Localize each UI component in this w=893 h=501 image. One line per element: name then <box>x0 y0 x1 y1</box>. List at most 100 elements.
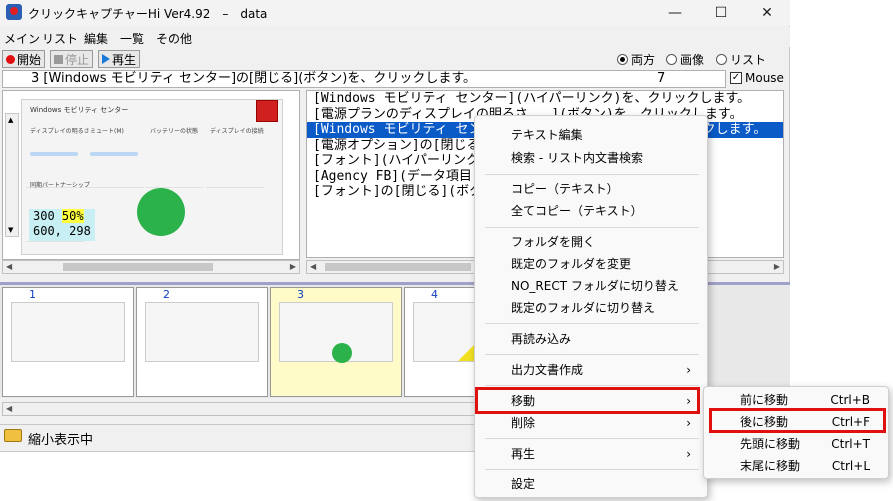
context-menu: テキスト編集 検索 - リスト内文書検索 コピー（テキスト） 全てコピー（テキス… <box>474 115 708 498</box>
preview-title: Windows モビリティ センター <box>30 106 129 114</box>
command-text: 3 [Windows モビリティ センター]の[閉じる](ボタン)を、クリックし… <box>31 71 477 86</box>
thumbnail-card-current[interactable]: 3 <box>270 287 402 397</box>
mouse-checkbox[interactable]: ✓ Mouse <box>730 71 784 85</box>
tile-label: ミュート(M) <box>90 128 124 135</box>
radio-image-label: 画像 <box>680 53 705 67</box>
ctx-search[interactable]: 検索 - リスト内文書検索 <box>479 145 705 171</box>
thumbnail-number: 3 <box>297 288 304 301</box>
preview-hscroll[interactable]: ◀ ▶ <box>2 260 300 274</box>
tile-label: 同期パートナーシップ <box>30 182 90 189</box>
play-button[interactable]: 再生 <box>98 50 141 68</box>
scroll-right-icon[interactable]: ▶ <box>774 262 780 271</box>
menu-overview[interactable]: 一覧 <box>120 30 144 47</box>
scroll-up-icon[interactable]: ▲ <box>8 116 13 124</box>
ctx-separator <box>485 385 699 386</box>
preview-vscroll[interactable]: ▲ ▼ <box>5 113 19 237</box>
menu-list[interactable]: リスト <box>42 30 78 47</box>
menu-edit[interactable]: 編集 <box>84 30 108 47</box>
thumbnail-card[interactable]: 2 <box>136 287 268 397</box>
preview-hscroll-thumb[interactable] <box>63 263 213 271</box>
preview-close-icon <box>256 100 278 122</box>
ctx-separator <box>485 174 699 175</box>
coords-readout: 300 50% 600, 298 <box>29 209 95 241</box>
sub-label: 前に移動 <box>740 393 789 407</box>
ctx-output-doc[interactable]: 出力文書作成 › <box>479 357 705 383</box>
preview-tile: ミュート(M) <box>86 122 144 188</box>
radio-image[interactable]: 画像 <box>666 51 704 68</box>
sub-shortcut: Ctrl+T <box>831 437 870 451</box>
radio-list-dot <box>716 54 727 65</box>
close-icon[interactable]: ✕ <box>744 0 790 26</box>
scroll-left-icon[interactable]: ◀ <box>6 404 12 413</box>
checkbox-check-icon: ✓ <box>730 72 742 84</box>
radio-both-label: 両方 <box>631 53 656 67</box>
sub-shortcut: Ctrl+L <box>831 459 870 473</box>
sub-move-first[interactable]: 先頭に移動 Ctrl+T <box>708 433 886 455</box>
list-hscroll-thumb[interactable] <box>325 263 471 271</box>
command-text-field[interactable]: 3 [Windows モビリティ センター]の[閉じる](ボタン)を、クリックし… <box>2 70 726 88</box>
coord-percent: 50% <box>61 209 84 223</box>
toolbar: 開始 停止 再生 両方 画像 リスト <box>0 49 790 69</box>
ctx-copy-all[interactable]: 全てコピー（テキスト） <box>479 198 705 224</box>
thumbnail-image <box>279 302 393 363</box>
radio-image-dot <box>666 54 677 65</box>
preview-tile: ディスプレイの接続 <box>206 122 264 188</box>
play-label: 再生 <box>112 52 137 67</box>
thumbnail-number: 4 <box>431 288 438 301</box>
tile-label: ディスプレイの明るさ <box>30 128 90 135</box>
cursor-marker-icon <box>137 188 185 236</box>
coord-x: 300 <box>33 209 55 223</box>
sub-move-last[interactable]: 末尾に移動 Ctrl+L <box>708 455 886 477</box>
start-label: 開始 <box>17 52 42 67</box>
menu-main[interactable]: メイン <box>4 30 40 47</box>
highlight-box-next <box>709 408 886 433</box>
ctx-separator <box>485 354 699 355</box>
ctx-separator <box>485 438 699 439</box>
coord-xy: 600, 298 <box>33 224 91 238</box>
app-icon <box>6 4 22 20</box>
ctx-play[interactable]: 再生 › <box>479 441 705 467</box>
menu-bar: メイン リスト 編集 一覧 その他 <box>0 27 790 47</box>
stop-label: 停止 <box>65 52 90 67</box>
cursor-marker-icon <box>332 343 352 363</box>
status-text: 縮小表示中 <box>28 433 94 448</box>
folder-icon[interactable] <box>4 429 22 442</box>
thumbnail-number: 2 <box>163 288 170 301</box>
start-button[interactable]: 開始 <box>2 50 46 68</box>
ctx-reload[interactable]: 再読み込み <box>479 326 705 352</box>
brightness-bar <box>30 152 78 156</box>
record-icon <box>6 54 15 64</box>
title-bar: クリックキャプチャーHi Ver4.92 – data — ☐ ✕ <box>0 0 790 26</box>
mouse-checkbox-label: Mouse <box>745 71 784 85</box>
radio-list[interactable]: リスト <box>716 51 766 68</box>
ctx-settings[interactable]: 設定 <box>479 471 705 497</box>
command-count: 7 <box>657 71 666 86</box>
menu-other[interactable]: その他 <box>156 30 192 47</box>
scroll-left-icon[interactable]: ◀ <box>6 262 12 271</box>
thumbnail-card[interactable]: 1 <box>2 287 134 397</box>
thumbnail-number: 1 <box>29 288 36 301</box>
highlight-box-move <box>475 387 700 414</box>
stop-button[interactable]: 停止 <box>50 50 94 68</box>
stop-icon <box>54 54 63 64</box>
ctx-separator <box>485 323 699 324</box>
image-preview[interactable]: ▲ ▼ Windows モビリティ センター ディスプレイの明るさ ミュート(M… <box>2 90 300 260</box>
scroll-left-icon[interactable]: ◀ <box>310 262 316 271</box>
ctx-delete-label: 削除 <box>511 416 536 430</box>
scroll-right-icon[interactable]: ▶ <box>290 262 296 271</box>
ctx-default-folder[interactable]: 既定のフォルダに切り替え <box>479 295 705 321</box>
list-item[interactable]: [Windows モビリティ センター](ハイパーリンク)を、クリックします。 <box>307 91 783 107</box>
minimize-icon[interactable]: — <box>652 0 698 26</box>
ctx-separator <box>485 227 699 228</box>
radio-both-dot <box>617 54 628 65</box>
scroll-down-icon[interactable]: ▼ <box>8 226 13 234</box>
chevron-right-icon: › <box>686 447 691 461</box>
sub-label: 先頭に移動 <box>740 437 801 451</box>
volume-bar <box>90 152 138 156</box>
thumbnail-image <box>11 302 125 362</box>
ctx-separator <box>485 469 699 470</box>
tile-label: バッテリーの状態 <box>150 128 199 135</box>
radio-both[interactable]: 両方 <box>617 51 655 68</box>
maximize-icon[interactable]: ☐ <box>698 0 744 26</box>
chevron-right-icon: › <box>686 363 691 377</box>
